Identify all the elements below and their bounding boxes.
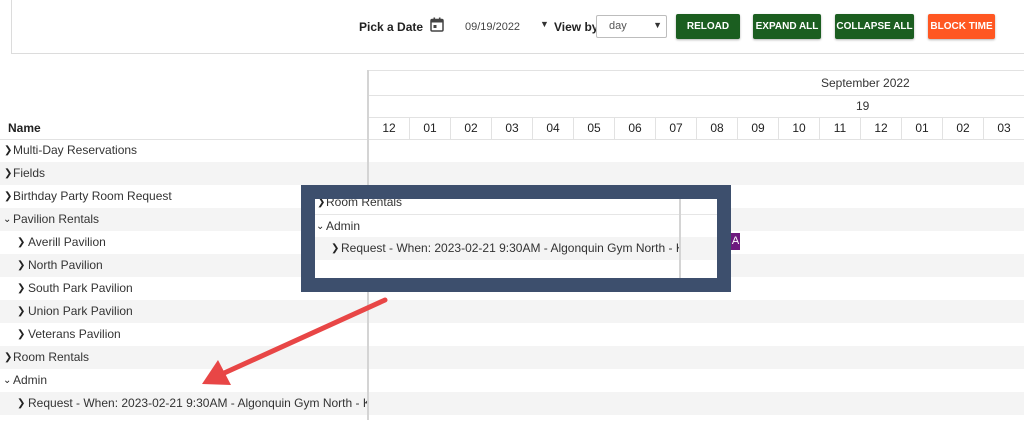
annotation-arrow — [202, 297, 388, 385]
arrow-shaft — [219, 297, 388, 377]
